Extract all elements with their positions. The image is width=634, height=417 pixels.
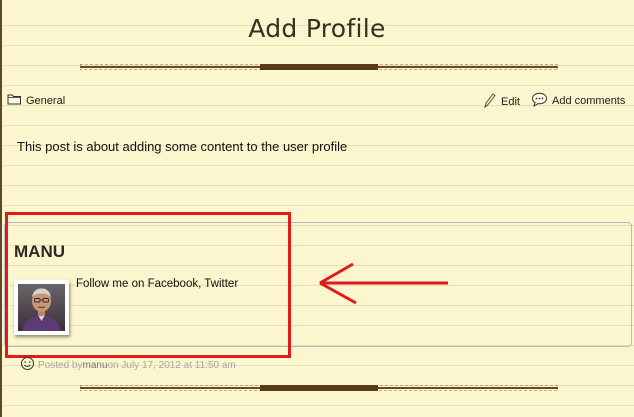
red-arrow-icon [319,262,448,305]
page-title: Add Profile [248,14,386,43]
category-label: General [26,94,66,107]
posted-by-line: Posted by manu on July 17, 2012 at 11:50… [20,356,236,374]
edit-link[interactable]: Edit [483,92,520,111]
post-meta-bar: General Edit Add comments [0,90,634,112]
speech-bubble-icon [531,92,552,110]
smiley-icon [20,356,38,374]
edit-label: Edit [501,95,520,108]
add-comments-link[interactable]: Add comments [531,92,625,110]
pencil-icon [483,92,501,111]
add-comments-label: Add comments [552,95,626,107]
posted-by-author-link[interactable]: manu [82,360,107,371]
category-link[interactable]: General [7,93,65,108]
folder-icon [7,93,26,108]
posted-by-prefix: Posted by [38,359,83,371]
title-divider [80,64,558,70]
post-body: This post is about adding some content t… [17,139,348,154]
red-highlight-box [5,212,291,358]
left-border [0,0,2,417]
footer-divider [80,385,558,391]
posted-date: on July 17, 2012 at 11:50 am [107,359,236,371]
